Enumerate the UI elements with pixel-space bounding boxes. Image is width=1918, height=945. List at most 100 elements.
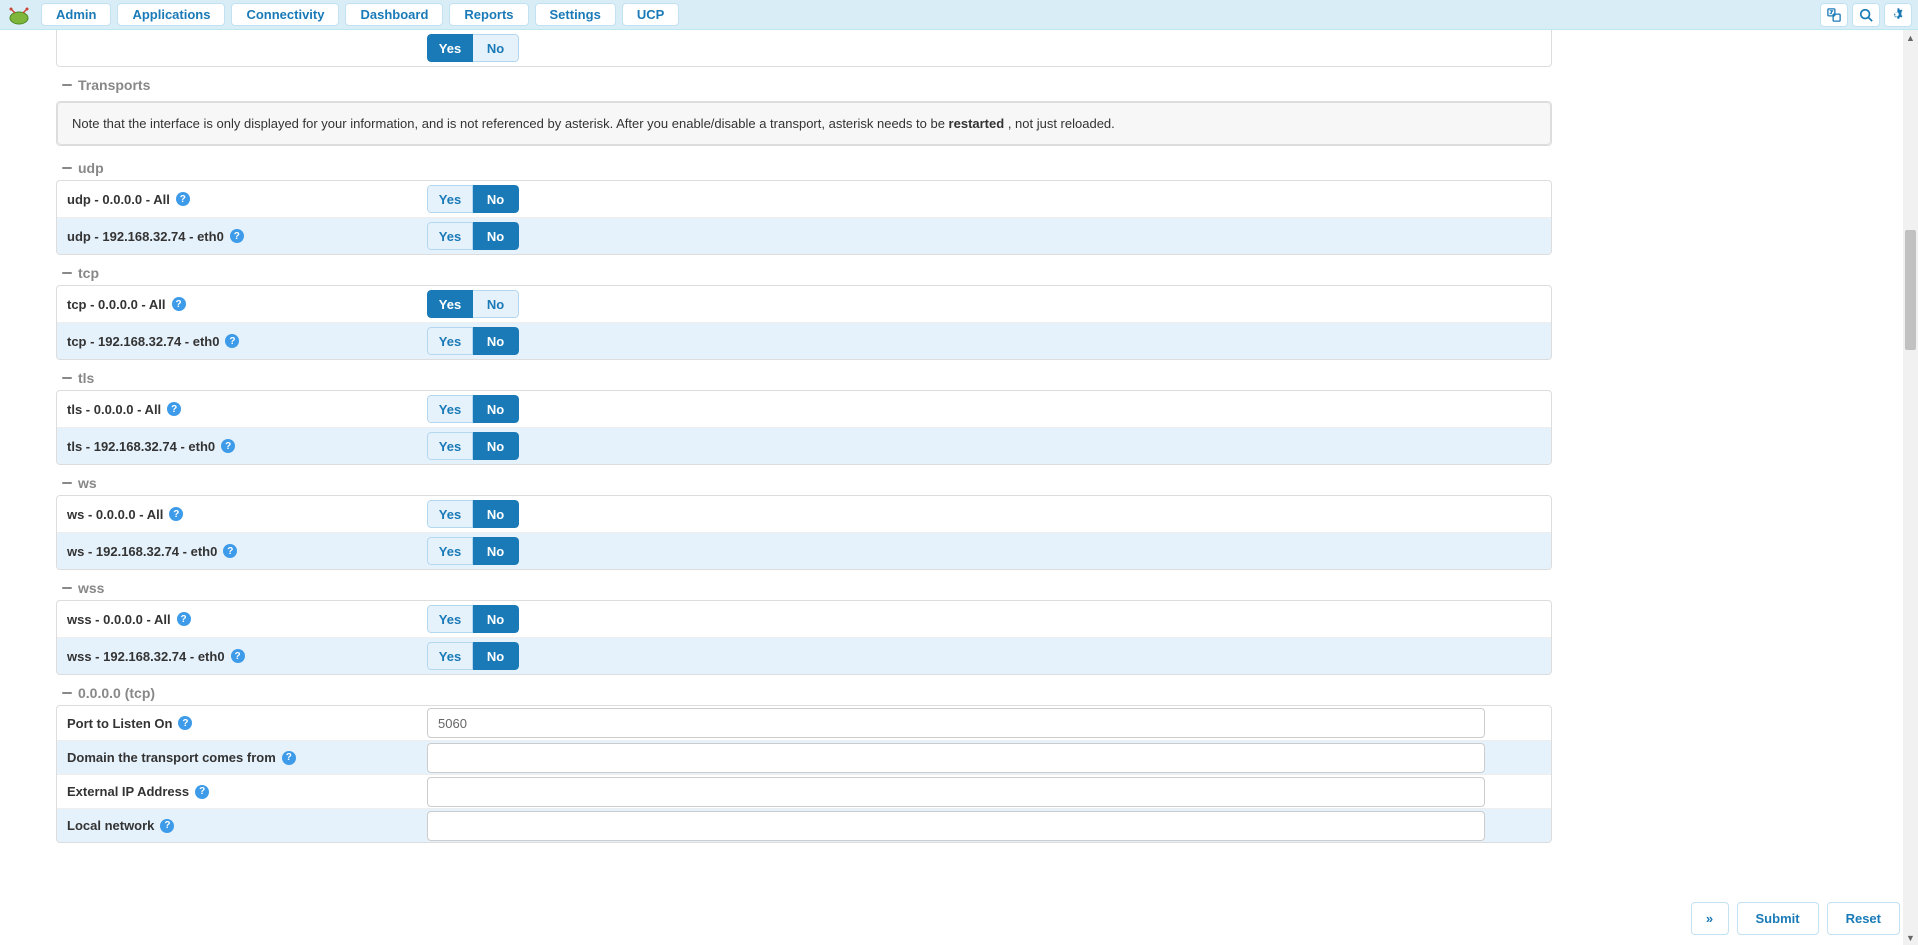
window-scrollbar[interactable]: ▲ ▼	[1903, 30, 1918, 945]
group-heading-ws[interactable]: ws	[56, 469, 1552, 495]
extip-input[interactable]	[427, 777, 1485, 807]
help-icon[interactable]: ?	[169, 507, 183, 521]
extip-label: External IP Address	[67, 784, 189, 799]
toggle-no[interactable]: No	[473, 605, 519, 633]
transport-label: tls - 192.168.32.74 - eth0	[67, 439, 215, 454]
transport-toggle[interactable]: YesNo	[427, 395, 519, 423]
transport-label: wss - 0.0.0.0 - All	[67, 612, 171, 627]
collapse-icon	[62, 587, 72, 589]
toggle-no[interactable]: No	[473, 537, 519, 565]
toggle-yes[interactable]: Yes	[427, 642, 473, 670]
transport-toggle[interactable]: YesNo	[427, 290, 519, 318]
help-icon[interactable]: ?	[223, 544, 237, 558]
transport-toggle[interactable]: YesNo	[427, 222, 519, 250]
toggle-yes[interactable]: Yes	[427, 395, 473, 423]
transport-row: tls - 192.168.32.74 - eth0? YesNo	[57, 427, 1551, 464]
toggle-no[interactable]: No	[473, 432, 519, 460]
nav-settings[interactable]: Settings	[535, 3, 616, 26]
localnet-row: Local network ?	[57, 808, 1551, 842]
group-title: wss	[78, 580, 104, 596]
transport-row: wss - 0.0.0.0 - All? YesNo	[57, 601, 1551, 637]
localnet-input[interactable]	[427, 811, 1485, 841]
transport-toggle[interactable]: YesNo	[427, 605, 519, 633]
nav-dashboard[interactable]: Dashboard	[345, 3, 443, 26]
toggle-no[interactable]: No	[473, 395, 519, 423]
transports-title: Transports	[78, 77, 150, 93]
tcp-section-title: 0.0.0.0 (tcp)	[78, 685, 155, 701]
toggle-no[interactable]: No	[473, 500, 519, 528]
nav-connectivity[interactable]: Connectivity	[231, 3, 339, 26]
transport-row: tcp - 192.168.32.74 - eth0?YesNo	[57, 322, 1551, 359]
help-icon[interactable]: ?	[176, 192, 190, 206]
toggle-yes[interactable]: Yes	[427, 290, 473, 318]
scroll-up-icon[interactable]: ▲	[1903, 30, 1918, 45]
toggle-yes[interactable]: Yes	[427, 432, 473, 460]
help-icon[interactable]: ?	[230, 229, 244, 243]
help-icon[interactable]: ?	[167, 402, 181, 416]
transport-toggle[interactable]: YesNo	[427, 432, 519, 460]
help-icon[interactable]: ?	[195, 785, 209, 799]
help-icon[interactable]: ?	[225, 334, 239, 348]
submit-button[interactable]: Submit	[1737, 902, 1819, 935]
expand-button[interactable]: »	[1691, 902, 1729, 935]
gear-icon[interactable]	[1884, 3, 1912, 27]
toggle-yes[interactable]: Yes	[427, 537, 473, 565]
group-heading-tls[interactable]: tls	[56, 364, 1552, 390]
toggle-no[interactable]: No	[473, 290, 519, 318]
nav-ucp[interactable]: UCP	[622, 3, 679, 26]
transport-toggle[interactable]: YesNo	[427, 537, 519, 565]
transport-toggle[interactable]: YesNo	[427, 500, 519, 528]
transport-label: tcp - 0.0.0.0 - All	[67, 297, 166, 312]
collapse-icon	[62, 482, 72, 484]
help-icon[interactable]: ?	[282, 751, 296, 765]
prev-toggle-no[interactable]: No	[473, 34, 519, 62]
help-icon[interactable]: ?	[178, 716, 192, 730]
prev-toggle-yes[interactable]: Yes	[427, 34, 473, 62]
toggle-no[interactable]: No	[473, 642, 519, 670]
scroll-thumb[interactable]	[1905, 230, 1916, 350]
nav-applications[interactable]: Applications	[117, 3, 225, 26]
toggle-yes[interactable]: Yes	[427, 500, 473, 528]
domain-input[interactable]	[427, 743, 1485, 773]
port-input[interactable]	[427, 708, 1485, 738]
search-icon[interactable]	[1852, 3, 1880, 27]
toggle-yes[interactable]: Yes	[427, 327, 473, 355]
help-icon[interactable]: ?	[221, 439, 235, 453]
footer-bar: » Submit Reset	[1687, 902, 1904, 935]
toggle-no[interactable]: No	[473, 185, 519, 213]
reset-button[interactable]: Reset	[1827, 902, 1900, 935]
domain-label: Domain the transport comes from	[67, 750, 276, 765]
help-icon[interactable]: ?	[177, 612, 191, 626]
collapse-icon	[62, 377, 72, 379]
prev-toggle[interactable]: Yes No	[427, 34, 519, 62]
page-content: Yes No Transports Note that the interfac…	[0, 0, 1552, 917]
localnet-label: Local network	[67, 818, 154, 833]
transports-heading[interactable]: Transports	[56, 71, 1552, 97]
nav-admin[interactable]: Admin	[41, 3, 111, 26]
group-heading-udp[interactable]: udp	[56, 154, 1552, 180]
toggle-yes[interactable]: Yes	[427, 185, 473, 213]
transport-toggle[interactable]: YesNo	[427, 642, 519, 670]
scroll-down-icon[interactable]: ▼	[1903, 930, 1918, 945]
chevrons-right-icon: »	[1700, 911, 1720, 926]
toggle-yes[interactable]: Yes	[427, 222, 473, 250]
group-title: udp	[78, 160, 104, 176]
toggle-yes[interactable]: Yes	[427, 605, 473, 633]
toggle-no[interactable]: No	[473, 222, 519, 250]
transport-row: ws - 192.168.32.74 - eth0?YesNo	[57, 532, 1551, 569]
group-heading-wss[interactable]: wss	[56, 574, 1552, 600]
transport-toggle[interactable]: YesNo	[427, 185, 519, 213]
nav-reports[interactable]: Reports	[449, 3, 528, 26]
transport-toggle[interactable]: YesNo	[427, 327, 519, 355]
transport-row: udp - 0.0.0.0 - All?YesNo	[57, 181, 1551, 217]
toggle-no[interactable]: No	[473, 327, 519, 355]
language-icon[interactable]	[1820, 3, 1848, 27]
help-icon[interactable]: ?	[231, 649, 245, 663]
transport-label: wss - 192.168.32.74 - eth0	[67, 649, 225, 664]
transport-groups: udpudp - 0.0.0.0 - All?YesNoudp - 192.16…	[56, 154, 1552, 675]
group-heading-tcp[interactable]: tcp	[56, 259, 1552, 285]
help-icon[interactable]: ?	[160, 819, 174, 833]
info-text-bold: restarted	[949, 116, 1005, 131]
help-icon[interactable]: ?	[172, 297, 186, 311]
tcp-section-heading[interactable]: 0.0.0.0 (tcp)	[56, 679, 1552, 705]
